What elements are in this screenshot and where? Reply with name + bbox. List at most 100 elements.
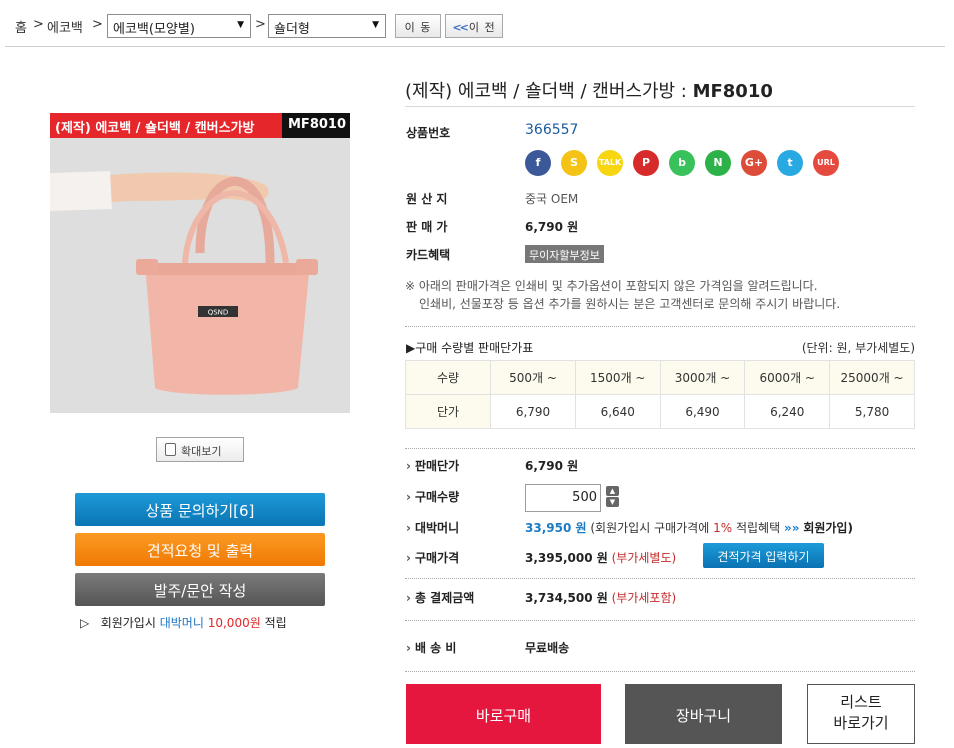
table-cell: 6,240	[744, 394, 831, 429]
url-icon[interactable]: URL	[813, 150, 839, 176]
origin-label: 원 산 지	[406, 192, 448, 206]
list-button-line1: 리스트	[840, 693, 882, 711]
total-note: (부가세포함)	[611, 591, 677, 605]
table-row: 단가 6,790 6,640 6,490 6,240 5,780	[404, 394, 915, 429]
page-title-text: (제작) 에코백 / 숄더백 / 캔버스가방 :	[405, 81, 693, 102]
triangle-right-icon: ▷	[80, 616, 90, 630]
signup-note-money: 대박머니	[159, 616, 204, 630]
price-notice-line1: ※ 아래의 판매가격은 인쇄비 및 추가옵션이 포함되지 않은 가격임을 알려드…	[405, 279, 818, 293]
prodno-label: 상품번호	[406, 126, 451, 140]
prev-button-label: 이 전	[468, 21, 496, 34]
table-cell: 6,790	[490, 394, 576, 429]
dotted-divider	[405, 671, 915, 672]
table-cell: 5,780	[829, 394, 915, 429]
product-image[interactable]: QSND (제작) 에코백 / 숄더백 / 캔버스가방 MF8010	[50, 113, 350, 413]
zoom-button-label: 확대보기	[181, 445, 222, 458]
quantity-decrease-button[interactable]: ▼	[606, 497, 619, 507]
list-button-line2: 바로가기	[833, 714, 889, 732]
table-header-cell: 수량	[404, 360, 492, 395]
buy-price-row: 3,395,000 원 (부가세별도)	[525, 549, 676, 566]
buy-now-button[interactable]: 바로구매	[406, 684, 601, 744]
table-header-cell: 단가	[404, 394, 492, 429]
twitter-icon[interactable]: t	[777, 150, 803, 176]
dotted-divider	[405, 620, 915, 621]
kakaostory-icon[interactable]: S	[561, 150, 587, 176]
inquiry-button[interactable]: 상품 문의하기[6]	[75, 493, 325, 526]
move-button[interactable]: 이 동	[395, 14, 441, 38]
category-select-value: 에코백(모양별)	[113, 22, 195, 37]
image-banner-title: (제작) 에코백 / 숄더백 / 캔버스가방	[50, 113, 282, 138]
qty-price-table: 수량 500개 ~ 1500개 ~ 3000개 ~ 6000개 ~ 25000개…	[404, 360, 915, 429]
money-percent: 1%	[713, 521, 733, 535]
svg-text:QSND: QSND	[208, 309, 229, 317]
quantity-increase-button[interactable]: ▲	[606, 486, 619, 496]
breadcrumb: 홈 > 에코백 > 에코백(모양별) ▼ > 숄더형 ▼ 이 동 << 이 전	[0, 0, 954, 48]
table-row: 수량 500개 ~ 1500개 ~ 3000개 ~ 6000개 ~ 25000개…	[404, 360, 915, 395]
subcategory-select-value: 숄더형	[274, 22, 310, 37]
move-button-label: 이 동	[404, 21, 432, 34]
pinterest-icon[interactable]: P	[633, 150, 659, 176]
shipping-value: 무료배송	[525, 641, 570, 655]
table-cell: 6,490	[659, 394, 746, 429]
breadcrumb-separator: >	[92, 17, 103, 32]
band-icon[interactable]: b	[669, 150, 695, 176]
origin-value: 중국 OEM	[525, 192, 579, 206]
naver-icon[interactable]: N	[705, 150, 731, 176]
list-button[interactable]: 리스트 바로가기	[807, 684, 915, 744]
table-cell: 6000개 ~	[744, 360, 831, 395]
dotted-divider	[405, 326, 915, 327]
table-cell: 3000개 ~	[659, 360, 746, 395]
buy-price-note: (부가세별도)	[611, 551, 677, 565]
googleplus-icon[interactable]: G+	[741, 150, 767, 176]
order-draft-button[interactable]: 발주/문안 작성	[75, 573, 325, 606]
price-notice-line2: 인쇄비, 선물포장 등 옵션 추가를 원하시는 분은 고객센터로 문의해 주시기…	[419, 297, 841, 311]
money-note2: 적립혜택	[735, 521, 781, 535]
total-row: 3,734,500 원 (부가세포함)	[525, 589, 676, 606]
qty-table-unit: (단위: 원, 부가세별도)	[801, 341, 915, 355]
divider	[405, 106, 915, 107]
prev-button[interactable]: << 이 전	[445, 14, 503, 38]
subcategory-select[interactable]: 숄더형 ▼	[268, 14, 386, 38]
signup-link[interactable]: 회원가입)	[803, 521, 853, 535]
image-banner: (제작) 에코백 / 숄더백 / 캔버스가방 MF8010	[50, 113, 350, 138]
money-note: (회원가입시 구매가격에	[590, 521, 710, 535]
kakaotalk-icon[interactable]: TALK	[597, 150, 623, 176]
buy-price-value: 3,395,000 원	[525, 551, 608, 565]
price-value: 6,790 원	[525, 220, 579, 234]
signup-note: ▷ 회원가입시 대박머니 10,000원 적립	[80, 614, 287, 631]
table-cell: 1500개 ~	[574, 360, 661, 395]
image-banner-code: MF8010	[288, 117, 346, 132]
total-label: 총 결제금액	[406, 589, 474, 606]
category-select[interactable]: 에코백(모양별) ▼	[107, 14, 251, 38]
breadcrumb-separator: >	[255, 17, 266, 32]
unit-price-label: 판매단가	[406, 457, 459, 474]
divider	[5, 46, 945, 47]
estimate-price-button[interactable]: 견적가격 입력하기	[703, 543, 824, 568]
double-chevron-right-icon: »»	[783, 521, 800, 535]
chevron-down-icon: ▼	[372, 20, 379, 30]
dotted-divider	[405, 578, 915, 579]
quantity-input[interactable]: 500	[525, 484, 601, 512]
cart-button[interactable]: 장바구니	[625, 684, 782, 744]
prodno-value: 366557	[525, 122, 579, 138]
signup-note-amount: 10,000원	[207, 616, 261, 630]
breadcrumb-separator: >	[33, 17, 44, 32]
double-chevron-left-icon: <<	[452, 21, 469, 34]
breadcrumb-level1[interactable]: 에코백	[47, 17, 83, 36]
document-icon	[165, 443, 176, 456]
table-cell: 500개 ~	[490, 360, 576, 395]
total-value: 3,734,500 원	[525, 591, 608, 605]
money-label: 대박머니	[406, 519, 459, 536]
page-title-code: MF8010	[692, 81, 773, 102]
dotted-divider	[405, 448, 915, 449]
money-value: 33,950 원	[525, 521, 587, 535]
breadcrumb-home[interactable]: 홈	[15, 17, 27, 36]
quote-request-button[interactable]: 견적요청 및 출력	[75, 533, 325, 566]
price-label: 판 매 가	[406, 220, 448, 234]
price-notice: ※ 아래의 판매가격은 인쇄비 및 추가옵션이 포함되지 않은 가격임을 알려드…	[405, 277, 840, 313]
shipping-label: 배 송 비	[406, 639, 456, 656]
buy-price-label: 구매가격	[406, 549, 459, 566]
facebook-icon[interactable]: f	[525, 150, 551, 176]
zoom-button[interactable]: 확대보기	[156, 437, 244, 462]
installment-badge[interactable]: 무이자할부정보	[525, 245, 604, 263]
